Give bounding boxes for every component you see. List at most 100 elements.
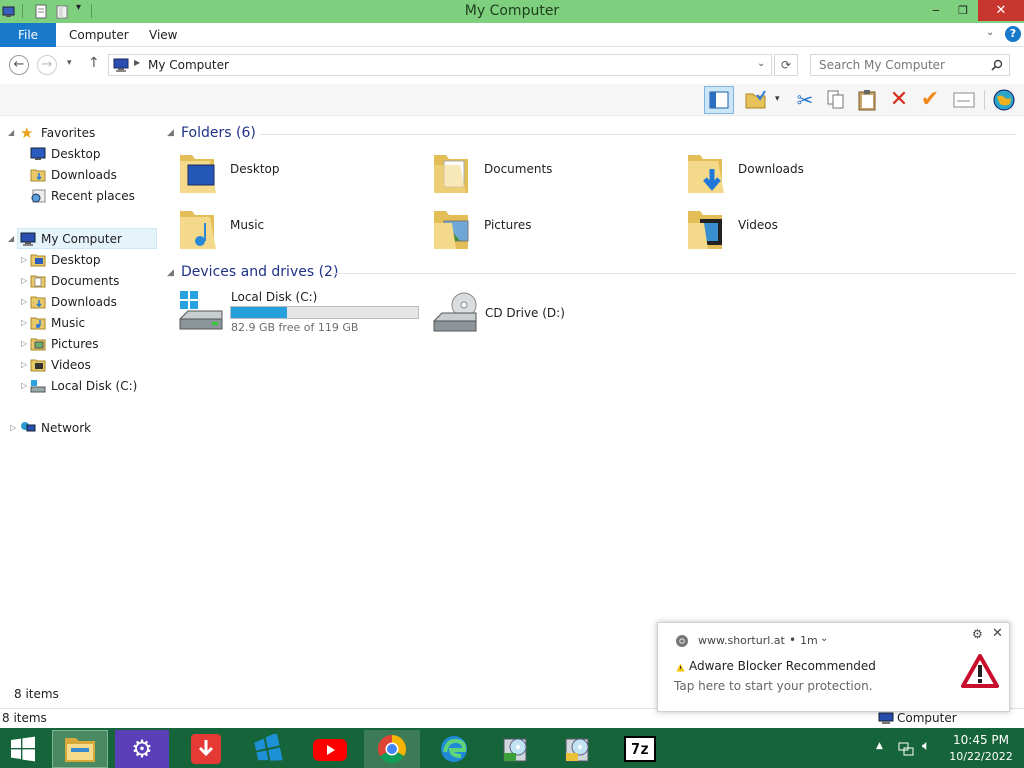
group-collapse-icon[interactable]: ◢ <box>167 268 174 278</box>
tab-view[interactable]: View <box>149 23 177 47</box>
drive-label: CD Drive (D:) <box>485 306 565 320</box>
status-items-count: 8 items <box>2 711 47 725</box>
folder-label: Videos <box>738 218 778 232</box>
music-folder-icon <box>30 317 46 330</box>
notification-time: 1m <box>800 634 818 647</box>
expand-ribbon-icon[interactable]: ⌄ <box>986 27 994 38</box>
taskbar-file-explorer[interactable] <box>52 730 108 768</box>
breadcrumb[interactable]: My Computer <box>148 58 229 72</box>
title-bar: ▾ My Computer ‒ ❐ ✕ <box>0 0 1024 23</box>
start-button[interactable] <box>0 730 46 768</box>
show-hidden-icons-icon[interactable]: ▲ <box>876 741 883 751</box>
taskbar-disc-app-2[interactable] <box>550 730 606 768</box>
collapse-arrow-icon[interactable]: ▷ <box>21 297 27 306</box>
taskbar-chrome[interactable] <box>364 730 420 768</box>
folder-documents[interactable]: Documents <box>432 149 682 199</box>
help-icon[interactable]: ? <box>1005 26 1021 42</box>
folder-videos[interactable]: Videos <box>686 205 936 255</box>
toolbar: ▾ ✂ ✕ ✔ <box>0 84 1024 116</box>
chevron-down-icon[interactable]: ⌄ <box>820 633 828 644</box>
disc-app-icon <box>565 738 589 762</box>
taskbar-downloader[interactable] <box>178 730 234 768</box>
folder-pictures[interactable]: Pictures <box>432 205 682 255</box>
delete-icon[interactable]: ✕ <box>885 86 913 114</box>
group-collapse-icon[interactable]: ◢ <box>167 128 174 138</box>
search-input[interactable]: Search My Computer <box>810 54 1010 76</box>
folder-label: Music <box>230 218 265 232</box>
folder-label: Downloads <box>738 162 804 176</box>
notification-source: www.shorturl.at <box>698 634 785 647</box>
drive-icon <box>30 380 46 393</box>
tab-file[interactable]: File <box>0 23 56 47</box>
cd-drive-icon <box>433 292 477 332</box>
volume-icon[interactable]: 🔈︎ <box>922 738 930 754</box>
documents-folder-icon <box>30 275 46 288</box>
taskbar-settings[interactable]: ⚙ <box>115 730 169 768</box>
refresh-button[interactable]: ⟳ <box>774 54 798 76</box>
collapse-arrow-icon[interactable]: ▷ <box>21 318 27 327</box>
youtube-icon <box>313 739 347 761</box>
group-divider <box>260 134 1016 135</box>
breadcrumb-chevron-icon[interactable]: ▶ <box>134 58 140 67</box>
tab-computer[interactable]: Computer <box>69 23 129 47</box>
folder-downloads[interactable]: Downloads <box>686 149 936 199</box>
folder-music[interactable]: Music <box>178 205 428 255</box>
collapse-arrow-icon[interactable]: ▷ <box>21 339 27 348</box>
preview-pane-icon <box>709 91 729 109</box>
gear-icon[interactable]: ⚙ <box>972 627 983 641</box>
clock-time[interactable]: 10:45 PM <box>948 733 1014 747</box>
preview-pane-button[interactable] <box>704 86 734 114</box>
address-dropdown-icon[interactable]: ⌄ <box>757 58 765 69</box>
collapse-arrow-icon[interactable]: ▷ <box>21 360 27 369</box>
network-globe-button[interactable] <box>990 86 1018 114</box>
drive-local-disk[interactable]: Local Disk (C:) 82.9 GB free of 119 GB <box>178 289 420 339</box>
collapse-arrow-icon[interactable]: ▷ <box>21 381 27 390</box>
drives-group-header[interactable]: Devices and drives (2) <box>181 264 338 280</box>
network-tray-icon[interactable] <box>898 740 914 756</box>
rename-button[interactable] <box>950 86 978 114</box>
drive-cd[interactable]: CD Drive (D:) <box>432 289 682 339</box>
copy-button[interactable] <box>822 86 850 114</box>
close-icon[interactable]: ✕ <box>992 626 1003 641</box>
up-button[interactable]: ↑ <box>88 55 100 71</box>
sidebar-item-label: Documents <box>51 274 120 288</box>
expand-arrow-icon[interactable]: ◢ <box>8 128 14 137</box>
edge-icon <box>441 736 467 762</box>
search-icon[interactable] <box>991 59 1003 71</box>
collapse-arrow-icon[interactable]: ▷ <box>21 255 27 264</box>
notification-toast[interactable]: www.shorturl.at • 1m ⌄ ⚙ ✕ Adware Blocke… <box>657 622 1010 712</box>
collapse-arrow-icon[interactable]: ▷ <box>10 423 16 432</box>
taskbar-blue-app[interactable] <box>240 730 296 768</box>
taskbar-7zip[interactable]: 7z <box>612 730 668 768</box>
address-box[interactable]: ▶ My Computer ⌄ <box>108 54 772 76</box>
minimize-button[interactable]: ‒ <box>922 0 950 21</box>
taskbar-youtube[interactable] <box>302 730 358 768</box>
rename-icon <box>953 92 975 108</box>
restore-button[interactable]: ❐ <box>950 0 976 21</box>
back-button[interactable]: ← <box>9 55 29 75</box>
sidebar-item-label: Favorites <box>41 126 96 140</box>
clock-date[interactable]: 10/22/2022 <box>948 750 1014 763</box>
computer-icon <box>20 232 36 246</box>
folder-desktop[interactable]: Desktop <box>178 149 428 199</box>
sidebar-item-label: Recent places <box>51 189 135 203</box>
window-title: My Computer <box>464 3 560 19</box>
folders-group-header[interactable]: Folders (6) <box>181 125 256 141</box>
taskbar-disc-app[interactable] <box>488 730 544 768</box>
paste-button[interactable] <box>853 86 881 114</box>
taskbar: ⚙ 7z ▲ 🔈︎ 10:45 PM 10/22/2022 <box>0 728 1024 768</box>
sidebar-item-label: Downloads <box>51 295 117 309</box>
videos-folder-icon <box>688 211 722 249</box>
blue-tiles-icon <box>254 732 283 761</box>
close-button[interactable]: ✕ <box>978 0 1024 21</box>
forward-button[interactable]: → <box>37 55 57 75</box>
collapse-arrow-icon[interactable]: ▷ <box>21 276 27 285</box>
cut-icon[interactable]: ✂ <box>791 86 819 114</box>
new-folder-button[interactable] <box>742 86 770 114</box>
checkmark-icon[interactable]: ✔ <box>916 86 944 114</box>
sidebar-item-label: Desktop <box>51 253 101 267</box>
new-folder-dropdown-icon[interactable]: ▾ <box>775 94 780 104</box>
taskbar-edge[interactable] <box>426 730 482 768</box>
recent-locations-icon[interactable]: ▾ <box>67 58 72 68</box>
expand-arrow-icon[interactable]: ◢ <box>8 234 14 243</box>
